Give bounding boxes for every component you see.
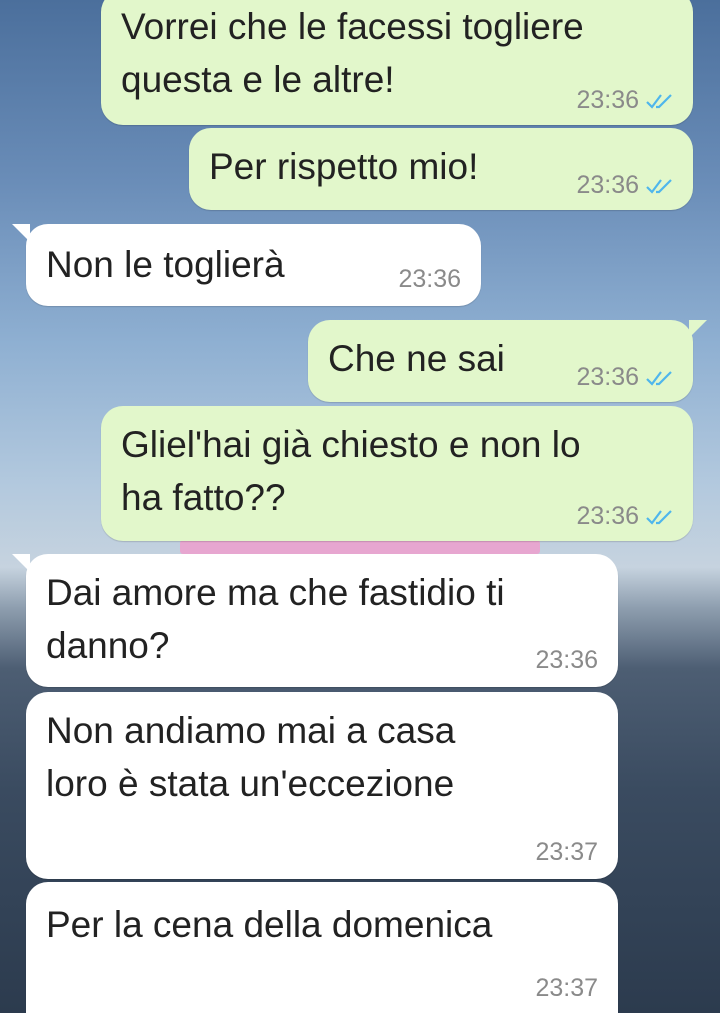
bubble-tail bbox=[12, 554, 30, 572]
message-time: 23:36 bbox=[576, 86, 639, 114]
message-time: 23:36 bbox=[576, 502, 639, 530]
message-meta: 23:36 bbox=[535, 646, 598, 675]
message-time: 23:36 bbox=[535, 646, 598, 674]
message-bubble-outgoing[interactable]: Gliel'hai già chiesto e non lo ha fatto?… bbox=[101, 406, 693, 541]
message-time: 23:36 bbox=[576, 363, 639, 391]
chat-background: Vorrei che le facessi togliere questa e … bbox=[0, 0, 720, 1013]
double-check-icon bbox=[646, 370, 672, 386]
message-meta: 23:36 bbox=[398, 265, 461, 294]
message-text-line: loro è stata un'eccezione bbox=[46, 763, 455, 804]
bubble-tail bbox=[12, 224, 30, 242]
message-text-line: Non le toglierà bbox=[46, 244, 285, 285]
message-time: 23:36 bbox=[576, 171, 639, 199]
message-bubble-incoming[interactable]: Per la cena della domenica 23:37 bbox=[26, 882, 618, 1013]
message-text-line: Gliel'hai già chiesto e non lo bbox=[121, 424, 581, 465]
background-decoration bbox=[180, 540, 540, 554]
message-bubble-incoming[interactable]: Dai amore ma che fastidio ti danno? 23:3… bbox=[12, 554, 618, 687]
message-meta: 23:36 bbox=[576, 171, 675, 200]
message-meta: 23:37 bbox=[535, 974, 598, 1003]
message-meta: 23:36 bbox=[576, 363, 675, 392]
message-bubble-outgoing[interactable]: Che ne sai 23:36 bbox=[308, 320, 707, 402]
message-meta: 23:36 bbox=[576, 86, 675, 115]
message-text-line: Dai amore ma che fastidio ti bbox=[46, 572, 505, 613]
message-text-line: Non andiamo mai a casa bbox=[46, 710, 456, 751]
message-text-line: Per la cena della domenica bbox=[46, 904, 493, 945]
message-bubble-incoming[interactable]: Non le toglierà 23:36 bbox=[12, 224, 481, 306]
message-bubble-outgoing[interactable]: Vorrei che le facessi togliere questa e … bbox=[101, 0, 693, 125]
message-text-line: Vorrei che le facessi togliere bbox=[121, 6, 584, 47]
bubble-tail bbox=[689, 320, 707, 338]
message-bubble-incoming[interactable]: Non andiamo mai a casa loro è stata un'e… bbox=[26, 692, 618, 879]
double-check-icon bbox=[646, 93, 672, 109]
double-check-icon bbox=[646, 509, 672, 525]
message-bubble-outgoing[interactable]: Per rispetto mio! 23:36 bbox=[189, 128, 693, 210]
message-meta: 23:37 bbox=[535, 838, 598, 867]
double-check-icon bbox=[646, 178, 672, 194]
message-time: 23:37 bbox=[535, 838, 598, 866]
message-meta: 23:36 bbox=[576, 502, 675, 531]
message-text-line: danno? bbox=[46, 625, 170, 666]
message-time: 23:36 bbox=[398, 265, 461, 293]
message-time: 23:37 bbox=[535, 974, 598, 1002]
